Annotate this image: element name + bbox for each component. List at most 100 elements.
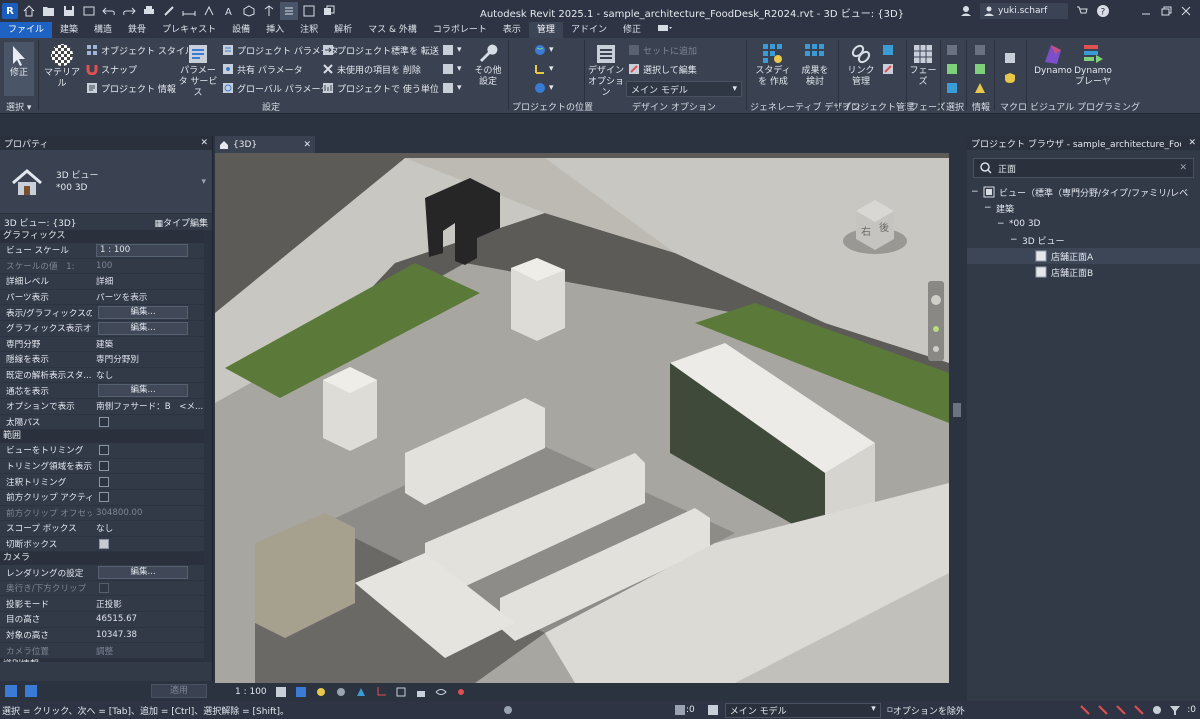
3d-model-canvas[interactable]: 右 後 — [215, 153, 949, 683]
help-icon[interactable]: ? — [1096, 4, 1110, 18]
tab-annotate[interactable]: 注釈 — [292, 22, 326, 38]
dynamo-button[interactable]: Dynamo — [1034, 42, 1072, 77]
coordinates-button[interactable]: ▾ — [534, 61, 554, 77]
project-info-button[interactable]: プロジェクト 情報 — [86, 80, 176, 96]
property-edit-button[interactable]: 編集... — [98, 384, 188, 398]
save-selection-button[interactable] — [946, 42, 958, 58]
tab-modify[interactable]: 修正 — [615, 22, 649, 38]
tab-architecture[interactable]: 建築 — [52, 22, 86, 38]
temporary-hide-icon[interactable] — [435, 686, 447, 698]
property-value[interactable]: 建築 — [92, 338, 204, 350]
aligned-dimension-icon[interactable] — [180, 2, 198, 20]
view-tab-3d[interactable]: {3D} ✕ — [215, 136, 315, 153]
browser-tree-item[interactable]: −3D ビュー — [967, 232, 1200, 248]
property-value[interactable] — [92, 461, 204, 472]
restore-icon[interactable] — [1160, 5, 1172, 17]
macro-manager-button[interactable] — [1004, 50, 1016, 66]
load-selection-button[interactable] — [946, 61, 958, 77]
browser-tree-item[interactable]: − 建築 — [967, 200, 1200, 216]
property-checkbox[interactable] — [99, 538, 109, 549]
crop-view-icon[interactable] — [375, 686, 387, 698]
navigation-bar[interactable] — [928, 281, 944, 361]
property-checkbox[interactable] — [99, 461, 109, 472]
property-value[interactable]: 南側ファサード：B <メ... — [92, 400, 204, 412]
tab-steel[interactable]: 鉄骨 — [120, 22, 154, 38]
property-value[interactable]: 調整 — [92, 645, 204, 657]
switch-windows-icon[interactable] — [320, 2, 338, 20]
apply-button[interactable]: 適用 — [151, 684, 207, 698]
edit-selection-button[interactable] — [946, 80, 958, 96]
create-study-button[interactable]: スタディを 作成 — [754, 42, 792, 88]
property-value-field[interactable]: 1 : 100 — [96, 243, 188, 257]
parameter-service-button[interactable]: パラメータ サービス — [176, 42, 220, 99]
settings-small-1[interactable]: ▾ — [442, 42, 462, 58]
dynamo-player-button[interactable]: Dynamo プレーヤ — [1074, 42, 1112, 88]
browser-tree-item[interactable]: 店舗正面B — [967, 264, 1200, 280]
print-icon[interactable] — [140, 2, 158, 20]
tree-toggle-icon[interactable]: − — [997, 219, 1005, 229]
property-value[interactable]: 編集... — [92, 306, 204, 320]
browser-tree-item[interactable]: − ビュー（標準（専門分野/タイプ/ファミリ/レベ — [967, 184, 1200, 200]
editable-only-icon[interactable] — [674, 704, 686, 716]
minimize-icon[interactable] — [1140, 5, 1152, 17]
tree-toggle-icon[interactable]: − — [1010, 235, 1018, 245]
browser-tree-item[interactable]: 店舗正面A — [967, 248, 1200, 264]
property-value[interactable]: 304800.00 — [92, 508, 204, 518]
property-category[interactable]: グラフィックス — [0, 230, 204, 243]
property-category[interactable]: 識別情報 — [0, 658, 204, 662]
property-value[interactable]: 10347.38 — [92, 630, 204, 640]
vertical-scrollbar[interactable] — [949, 153, 965, 683]
close-view-tab-icon[interactable]: ✕ — [303, 140, 311, 150]
tree-toggle-icon[interactable]: − — [984, 203, 992, 213]
property-value[interactable]: 46515.67 — [92, 614, 204, 624]
active-design-option-dropdown[interactable]: メイン モデル ▾ — [626, 81, 742, 97]
property-value[interactable]: 編集... — [92, 566, 204, 580]
warnings-button[interactable] — [974, 80, 986, 96]
property-value[interactable]: なし — [92, 369, 204, 381]
worksets-icon[interactable] — [502, 704, 514, 716]
close-hidden-icon[interactable] — [300, 2, 318, 20]
property-value[interactable] — [92, 538, 204, 549]
tag-icon[interactable] — [200, 2, 218, 20]
undo-icon[interactable] — [100, 2, 118, 20]
type-selector[interactable]: 3D ビュー *00 3D ▾ — [0, 150, 212, 214]
tree-toggle-icon[interactable]: − — [971, 187, 979, 197]
status-design-option-dropdown[interactable]: メイン モデル ▾ — [724, 702, 881, 718]
materials-button[interactable]: マテリアル — [42, 42, 82, 90]
reveal-hidden-icon[interactable] — [455, 686, 467, 698]
edit-type-button[interactable]: ▦タイプ編集 — [154, 216, 208, 229]
visual-style-icon[interactable] — [295, 686, 307, 698]
property-value[interactable] — [92, 492, 204, 503]
panel-select[interactable]: 選択 ▾ — [6, 100, 31, 113]
scroll-thumb[interactable] — [953, 403, 961, 417]
render-icon[interactable] — [355, 686, 367, 698]
tab-view[interactable]: 表示 — [495, 22, 529, 38]
select-by-id-button[interactable] — [974, 61, 986, 77]
select-by-face-icon[interactable] — [1133, 704, 1145, 716]
property-category[interactable]: 範囲 — [0, 430, 204, 444]
viewcube-back-label[interactable]: 後 — [879, 221, 889, 234]
ribbon-toggle-icon[interactable] — [649, 22, 681, 38]
property-value[interactable]: 専門分野別 — [92, 353, 204, 365]
property-value[interactable]: 詳細 — [92, 275, 204, 287]
ids-of-selection-button[interactable] — [974, 42, 986, 58]
manage-images-button[interactable] — [882, 42, 894, 58]
property-value[interactable]: 編集... — [92, 321, 204, 335]
property-checkbox[interactable] — [99, 416, 109, 427]
close-browser-icon[interactable]: ✕ — [1188, 138, 1196, 148]
tab-insert[interactable]: 挿入 — [258, 22, 292, 38]
settings-small-2[interactable]: ▾ — [442, 61, 462, 77]
tab-manage[interactable]: 管理 — [528, 22, 563, 38]
purge-unused-button[interactable]: 未使用の項目を 削除 — [322, 61, 421, 77]
pick-to-edit-button[interactable]: 選択して編集 — [628, 61, 697, 77]
snaps-button[interactable]: スナップ — [86, 61, 137, 77]
add-to-set-button[interactable]: セットに追加 — [628, 42, 697, 58]
sync-icon[interactable] — [80, 2, 98, 20]
property-value[interactable] — [92, 583, 204, 594]
macro-security-button[interactable] — [1004, 70, 1016, 86]
properties-help-icon[interactable] — [4, 684, 18, 698]
manage-links-button[interactable]: リンク 管理 — [842, 42, 880, 88]
detail-level-icon[interactable] — [275, 686, 287, 698]
account-icon[interactable] — [960, 5, 972, 17]
instance-label[interactable]: 3D ビュー: {3D} — [4, 216, 77, 229]
